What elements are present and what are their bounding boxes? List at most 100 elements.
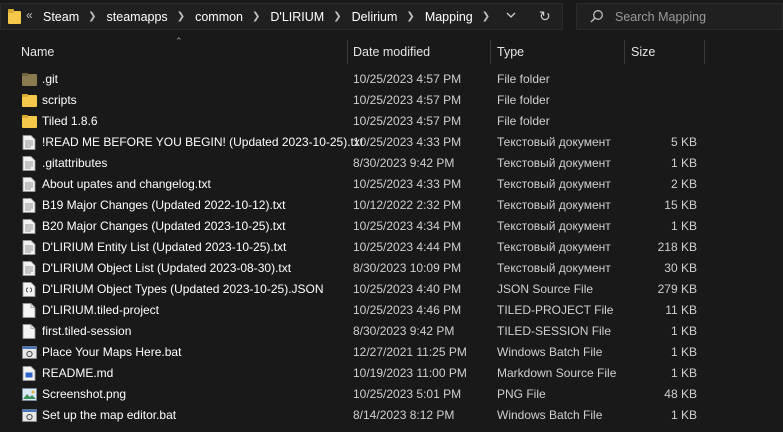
column-divider[interactable]	[704, 40, 705, 64]
file-row[interactable]: D'LIRIUM Object Types (Updated 2023-10-2…	[0, 279, 783, 300]
file-date-modified: 8/30/2023 10:09 PM	[353, 261, 462, 275]
file-date-modified: 10/25/2023 4:40 PM	[353, 282, 462, 296]
column-date-modified[interactable]: Date modified	[353, 38, 483, 66]
file-type: Текстовый документ	[497, 261, 611, 275]
file-size: 1 KB	[670, 408, 697, 422]
text-file-icon	[22, 156, 36, 171]
text-file-icon	[22, 240, 36, 255]
column-name[interactable]: Name	[21, 38, 341, 66]
file-date-modified: 8/30/2023 9:42 PM	[353, 156, 455, 170]
text-file-icon	[22, 198, 36, 213]
breadcrumb-common[interactable]: common	[195, 10, 243, 24]
folder-icon	[22, 93, 37, 108]
file-date-modified: 10/25/2023 4:57 PM	[353, 114, 462, 128]
file-name: first.tiled-session	[42, 324, 132, 338]
column-size[interactable]: Size	[631, 38, 691, 66]
chevron-down-icon[interactable]	[506, 10, 516, 20]
file-row[interactable]: first.tiled-session 8/30/2023 9:42 PM TI…	[0, 321, 783, 342]
file-row[interactable]: .git 10/25/2023 4:57 PM File folder	[0, 69, 783, 90]
chevron-right-icon[interactable]: ❯	[333, 11, 341, 22]
file-row[interactable]: D'LIRIUM Object List (Updated 2023-08-30…	[0, 258, 783, 279]
file-name: Set up the map editor.bat	[42, 408, 177, 422]
file-row[interactable]: Place Your Maps Here.bat 12/27/2021 11:2…	[0, 342, 783, 363]
breadcrumb-overflow-icon[interactable]: «	[26, 8, 33, 22]
image-file-icon	[22, 387, 37, 402]
file-date-modified: 12/27/2021 11:25 PM	[353, 345, 467, 359]
file-row[interactable]: Tiled 1.8.6 10/25/2023 4:57 PM File fold…	[0, 111, 783, 132]
chevron-right-icon[interactable]: ❯	[252, 11, 260, 22]
file-type: File folder	[497, 72, 550, 86]
chevron-right-icon[interactable]: ❯	[482, 11, 490, 22]
file-name: README.md	[42, 366, 114, 380]
file-type: JSON Source File	[497, 282, 594, 296]
chevron-right-icon[interactable]: ❯	[406, 11, 414, 22]
file-type: Windows Batch File	[497, 345, 603, 359]
blank-file-icon	[22, 324, 36, 339]
file-size: 1 KB	[670, 345, 697, 359]
folder-icon	[8, 9, 21, 24]
file-type: Текстовый документ	[497, 219, 611, 233]
address-bar[interactable]: « Steam ❯ steamapps ❯ common ❯ D'LIRIUM …	[0, 3, 563, 30]
file-row[interactable]: scripts 10/25/2023 4:57 PM File folder	[0, 90, 783, 111]
file-row[interactable]: D'LIRIUM Entity List (Updated 2023-10-25…	[0, 237, 783, 258]
file-type: PNG File	[497, 387, 546, 401]
file-name: Tiled 1.8.6	[42, 114, 98, 128]
file-size: 15 KB	[664, 198, 697, 212]
file-size: 5 KB	[670, 135, 697, 149]
file-name: B19 Major Changes (Updated 2022-10-12).t…	[42, 198, 286, 212]
file-name: .gitattributes	[42, 156, 108, 170]
text-file-icon	[22, 177, 36, 192]
column-type[interactable]: Type	[497, 38, 617, 66]
file-date-modified: 8/30/2023 9:42 PM	[353, 324, 455, 338]
file-name: About upates and changelog.txt	[42, 177, 211, 191]
file-size: 11 KB	[665, 303, 697, 317]
breadcrumb-mapping[interactable]: Mapping	[425, 10, 473, 24]
file-row[interactable]: .gitattributes 8/30/2023 9:42 PM Текстов…	[0, 153, 783, 174]
breadcrumb: Steam ❯ steamapps ❯ common ❯ D'LIRIUM ❯ …	[43, 4, 500, 29]
file-type: Текстовый документ	[497, 198, 611, 212]
breadcrumb-delirium[interactable]: Delirium	[352, 10, 398, 24]
file-date-modified: 10/25/2023 4:57 PM	[353, 93, 462, 107]
file-name: D'LIRIUM Object Types (Updated 2023-10-2…	[42, 282, 324, 296]
file-type: Windows Batch File	[497, 408, 603, 422]
file-type: TILED-SESSION File	[497, 324, 612, 338]
file-size: 2 KB	[670, 177, 697, 191]
file-row[interactable]: About upates and changelog.txt 10/25/202…	[0, 174, 783, 195]
file-row[interactable]: Screenshot.png 10/25/2023 5:01 PM PNG Fi…	[0, 384, 783, 405]
chevron-right-icon[interactable]: ❯	[177, 11, 185, 22]
file-row[interactable]: D'LIRIUM.tiled-project 10/25/2023 4:46 P…	[0, 300, 783, 321]
file-date-modified: 10/25/2023 4:46 PM	[353, 303, 462, 317]
file-row[interactable]: !READ ME BEFORE YOU BEGIN! (Updated 2023…	[0, 132, 783, 153]
file-type: Текстовый документ	[497, 156, 611, 170]
column-divider[interactable]	[347, 40, 348, 64]
folder-icon	[22, 114, 37, 129]
breadcrumb-steamapps[interactable]: steamapps	[107, 10, 168, 24]
file-type: File folder	[497, 114, 550, 128]
chevron-right-icon[interactable]: ❯	[88, 11, 96, 22]
column-divider[interactable]	[624, 40, 625, 64]
refresh-icon[interactable]: ↻	[539, 8, 551, 25]
file-row[interactable]: B19 Major Changes (Updated 2022-10-12).t…	[0, 195, 783, 216]
file-size: 1 KB	[670, 366, 697, 380]
file-name: D'LIRIUM Object List (Updated 2023-08-30…	[42, 261, 292, 275]
file-size: 279 KB	[657, 282, 697, 296]
column-divider[interactable]	[490, 40, 491, 64]
markdown-file-icon	[22, 366, 36, 381]
text-file-icon	[22, 219, 36, 234]
file-type: Текстовый документ	[497, 240, 611, 254]
breadcrumb-steam[interactable]: Steam	[43, 10, 79, 24]
file-name: !READ ME BEFORE YOU BEGIN! (Updated 2023…	[42, 135, 364, 149]
file-size: 1 KB	[670, 324, 697, 338]
search-box[interactable]	[576, 3, 783, 30]
breadcrumb-dlirium[interactable]: D'LIRIUM	[270, 10, 324, 24]
search-input[interactable]	[615, 8, 775, 25]
file-date-modified: 10/12/2022 2:32 PM	[353, 198, 462, 212]
file-date-modified: 10/25/2023 4:33 PM	[353, 177, 462, 191]
file-row[interactable]: B20 Major Changes (Updated 2023-10-25).t…	[0, 216, 783, 237]
file-row[interactable]: Set up the map editor.bat 8/14/2023 8:12…	[0, 405, 783, 426]
search-icon	[590, 9, 604, 23]
file-size: 1 KB	[670, 219, 697, 233]
file-size: 1 KB	[670, 156, 697, 170]
file-date-modified: 10/25/2023 4:57 PM	[353, 72, 462, 86]
file-row[interactable]: README.md 10/19/2023 11:00 PM Markdown S…	[0, 363, 783, 384]
